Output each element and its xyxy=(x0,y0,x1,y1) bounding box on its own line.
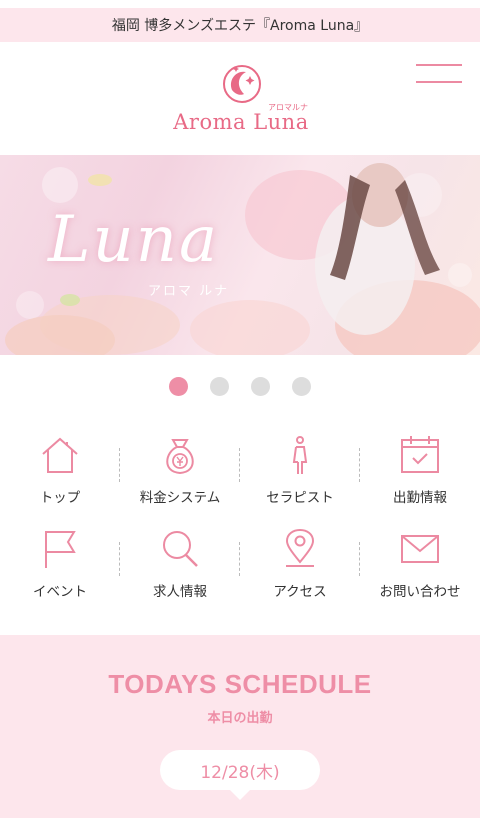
schedule-subtitle: 本日の出勤 xyxy=(207,711,273,726)
hero-title: Luna xyxy=(48,203,220,277)
search-icon xyxy=(163,531,198,567)
nav-label-top: トップ xyxy=(39,490,81,506)
hero-subtitle: アロマ ルナ xyxy=(148,284,230,299)
logo-text: Aroma Luna xyxy=(173,110,309,134)
home-icon xyxy=(42,437,78,473)
nav-label-contact: お問い合わせ xyxy=(379,584,461,600)
therapist-icon xyxy=(292,436,308,474)
nav-item-contact[interactable]: お問い合わせ xyxy=(360,522,480,608)
price-bag-icon xyxy=(166,439,194,475)
nav-item-recruit[interactable]: 求人情報 xyxy=(120,522,240,608)
location-pin-icon xyxy=(285,528,315,567)
nav-item-therapist[interactable]: セラピスト xyxy=(240,428,360,514)
slider-dot-1[interactable] xyxy=(169,377,188,396)
site-header: アロマルナ Aroma Luna xyxy=(0,42,480,155)
nav-label-price: 料金システム xyxy=(139,490,221,506)
menu-line-icon xyxy=(416,81,462,83)
nav-label-event: イベント xyxy=(33,584,87,600)
mail-icon xyxy=(401,535,439,563)
nav-label-schedule: 出勤情報 xyxy=(393,490,447,506)
nav-label-recruit: 求人情報 xyxy=(153,584,207,600)
slider-dot-4[interactable] xyxy=(292,377,311,396)
nav-item-access[interactable]: アクセス xyxy=(240,522,360,608)
nav-label-therapist: セラピスト xyxy=(266,490,334,506)
site-logo[interactable]: アロマルナ Aroma Luna xyxy=(168,62,314,142)
hero-slider[interactable]: Luna アロマ ルナ xyxy=(0,155,480,355)
nav-item-event[interactable]: イベント xyxy=(0,522,120,608)
calendar-icon xyxy=(401,436,439,473)
top-banner-text: 福岡 博多メンズエステ『Aroma Luna』 xyxy=(111,18,369,34)
nav-item-price[interactable]: 料金システム xyxy=(120,428,240,514)
nav-item-top[interactable]: トップ xyxy=(0,428,120,514)
flag-icon xyxy=(45,531,76,568)
schedule-title: TODAYS SCHEDULE xyxy=(108,669,372,699)
schedule-date-label: 12/28(木) xyxy=(200,762,280,783)
moon-logo-icon xyxy=(223,65,261,103)
nav-item-schedule[interactable]: 出勤情報 xyxy=(360,428,480,514)
menu-line-icon xyxy=(416,64,462,66)
nav-label-access: アクセス xyxy=(273,584,327,600)
schedule-date-tab[interactable]: 12/28(木) xyxy=(160,750,320,800)
slider-pagination xyxy=(0,377,480,397)
hamburger-menu-button[interactable] xyxy=(414,64,464,100)
slider-dot-3[interactable] xyxy=(251,377,270,396)
slider-dot-2[interactable] xyxy=(210,377,229,396)
todays-schedule-section: TODAYS SCHEDULE 本日の出勤 12/28(木) xyxy=(0,635,480,818)
main-nav-grid: トップ 料金システム セラピスト 出勤情報 イベント 求人情報 アクセス お問い… xyxy=(0,428,480,618)
top-banner: 福岡 博多メンズエステ『Aroma Luna』 xyxy=(0,8,480,42)
